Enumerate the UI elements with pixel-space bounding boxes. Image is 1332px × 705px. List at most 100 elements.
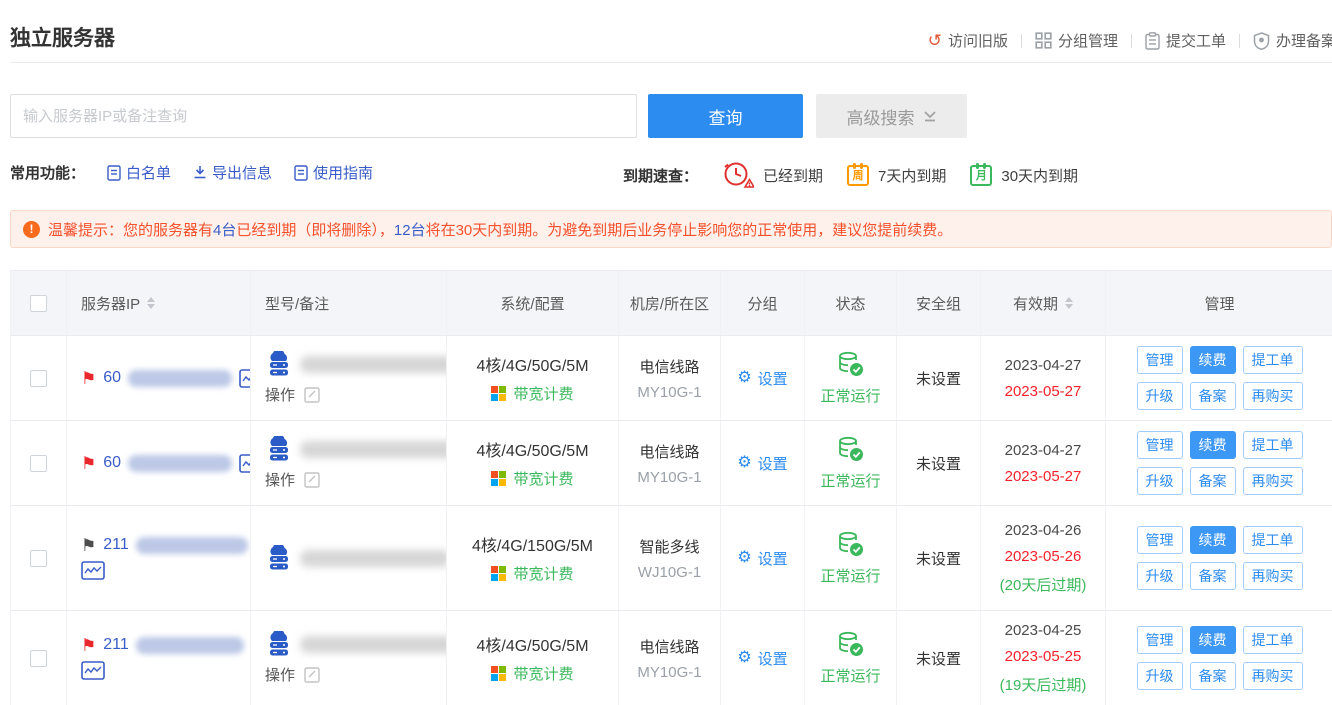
traffic-chart-icon[interactable] <box>239 454 251 473</box>
chevron-down-icon <box>923 110 937 122</box>
operate-label: 操作 <box>265 664 295 685</box>
grid-icon <box>1035 32 1052 49</box>
header-status: 状态 <box>805 271 897 336</box>
edit-icon[interactable] <box>304 472 320 488</box>
upgrade-button[interactable]: 升级 <box>1137 562 1183 590</box>
manage-button[interactable]: 管理 <box>1137 346 1183 374</box>
function-row: 常用功能： 白名单 导出信息 使用指南 到期速查： 已经到期 周 7天内到 <box>10 162 1332 188</box>
ticket-button[interactable]: 提工单 <box>1243 431 1303 459</box>
operate-label: 操作 <box>265 469 295 490</box>
edit-icon[interactable] <box>304 667 320 683</box>
validity-cell: 2023-04-26 2023-05-26 (20天后过期) <box>981 506 1106 611</box>
validity-cell: 2023-04-27 2023-05-27 <box>981 336 1106 421</box>
rebuy-button[interactable]: 再购买 <box>1243 662 1303 690</box>
server-ip[interactable]: 211 <box>103 636 129 654</box>
row-checkbox[interactable] <box>30 455 47 472</box>
traffic-chart-icon[interactable] <box>81 561 105 580</box>
header-ip[interactable]: 服务器IP <box>67 271 251 336</box>
table-header: 服务器IP 型号/备注 系统/配置 机房/所在区 分组 状态 安全组 有效期 管… <box>11 271 1332 336</box>
renew-button[interactable]: 续费 <box>1190 431 1236 459</box>
manage-cell: 管理 续费 提工单 升级 备案 再购买 <box>1106 421 1332 506</box>
server-ip[interactable]: 60 <box>103 454 121 472</box>
server-ip[interactable]: 60 <box>103 369 121 387</box>
guide-link[interactable]: 使用指南 <box>294 162 373 183</box>
clipboard-icon <box>1145 32 1160 50</box>
month-expiry-filter[interactable]: 月 30天内到期 <box>970 165 1078 186</box>
table-row: ⚑ 211 操作 4核/4G/50G/5M <box>11 611 1332 705</box>
server-icon <box>265 631 293 657</box>
upgrade-button[interactable]: 升级 <box>1137 467 1183 495</box>
record-button[interactable]: 备案 <box>1190 562 1236 590</box>
download-icon <box>193 165 207 180</box>
traffic-chart-icon[interactable] <box>81 661 105 680</box>
sort-icon[interactable] <box>147 297 155 309</box>
billing-label: 带宽计费 <box>513 468 573 489</box>
filing-link[interactable]: 办理备案 <box>1253 30 1332 51</box>
group-cell: ⚙设置 <box>721 611 805 705</box>
row-checkbox[interactable] <box>30 370 47 387</box>
export-label: 导出信息 <box>212 162 272 183</box>
rebuy-button[interactable]: 再购买 <box>1243 382 1303 410</box>
rebuy-button[interactable]: 再购买 <box>1243 562 1303 590</box>
export-link[interactable]: 导出信息 <box>193 162 272 183</box>
header-validity[interactable]: 有效期 <box>981 271 1106 336</box>
query-button[interactable]: 查询 <box>648 94 803 138</box>
document-icon <box>107 165 121 181</box>
header-checkbox-cell <box>11 271 67 336</box>
room-cell: 电信线路 MY10G-1 <box>619 611 721 705</box>
server-icon <box>265 545 293 571</box>
old-version-link[interactable]: ↺ 访问旧版 <box>928 30 1008 51</box>
row-checkbox[interactable] <box>30 650 47 667</box>
whitelist-link[interactable]: 白名单 <box>107 162 171 183</box>
status-cell: 正常运行 <box>805 336 897 421</box>
renew-button[interactable]: 续费 <box>1190 526 1236 554</box>
ticket-button[interactable]: 提工单 <box>1243 626 1303 654</box>
group-manage-link[interactable]: 分组管理 <box>1035 30 1118 51</box>
header-model: 型号/备注 <box>251 271 447 336</box>
server-icon <box>265 351 293 377</box>
renew-button[interactable]: 续费 <box>1190 346 1236 374</box>
manage-button[interactable]: 管理 <box>1137 431 1183 459</box>
select-all-checkbox[interactable] <box>30 295 47 312</box>
record-button[interactable]: 备案 <box>1190 662 1236 690</box>
row-checkbox[interactable] <box>30 550 47 567</box>
record-button[interactable]: 备案 <box>1190 467 1236 495</box>
group-setting-link[interactable]: ⚙设置 <box>737 453 787 474</box>
advanced-search-button[interactable]: 高级搜索 <box>816 94 967 138</box>
submit-ticket-link[interactable]: 提交工单 <box>1145 30 1226 51</box>
group-manage-label: 分组管理 <box>1058 30 1118 51</box>
sort-icon[interactable] <box>1065 297 1073 309</box>
status-ok-icon <box>837 531 864 558</box>
manage-cell: 管理 续费 提工单 升级 备案 再购买 <box>1106 336 1332 421</box>
gear-icon: ⚙ <box>737 650 751 666</box>
search-input[interactable] <box>10 94 637 138</box>
server-table: 服务器IP 型号/备注 系统/配置 机房/所在区 分组 状态 安全组 有效期 管… <box>10 270 1332 705</box>
server-ip[interactable]: 211 <box>103 536 129 554</box>
renew-button[interactable]: 续费 <box>1190 626 1236 654</box>
group-cell: ⚙设置 <box>721 336 805 421</box>
group-setting-link[interactable]: ⚙设置 <box>737 368 787 389</box>
expired-filter[interactable]: 已经到期 <box>722 161 823 189</box>
group-setting-link[interactable]: ⚙设置 <box>737 648 787 669</box>
ticket-button[interactable]: 提工单 <box>1243 526 1303 554</box>
traffic-chart-icon[interactable] <box>239 369 251 388</box>
model-cell: 操作 <box>251 611 447 705</box>
operate-label: 操作 <box>265 384 295 405</box>
manage-button[interactable]: 管理 <box>1137 526 1183 554</box>
manage-button[interactable]: 管理 <box>1137 626 1183 654</box>
config-cell: 4核/4G/50G/5M 带宽计费 <box>447 336 619 421</box>
model-cell <box>251 506 447 611</box>
divider <box>1239 34 1240 48</box>
edit-icon[interactable] <box>304 387 320 403</box>
record-button[interactable]: 备案 <box>1190 382 1236 410</box>
week-expiry-filter[interactable]: 周 7天内到期 <box>847 165 946 186</box>
group-setting-link[interactable]: ⚙设置 <box>737 548 787 569</box>
rebuy-button[interactable]: 再购买 <box>1243 467 1303 495</box>
upgrade-button[interactable]: 升级 <box>1137 382 1183 410</box>
ticket-button[interactable]: 提工单 <box>1243 346 1303 374</box>
model-cell: 操作 <box>251 336 447 421</box>
calendar-month-icon: 月 <box>970 165 992 186</box>
manage-cell: 管理 续费 提工单 升级 备案 再购买 <box>1106 611 1332 705</box>
upgrade-button[interactable]: 升级 <box>1137 662 1183 690</box>
security-cell: 未设置 <box>897 611 981 705</box>
